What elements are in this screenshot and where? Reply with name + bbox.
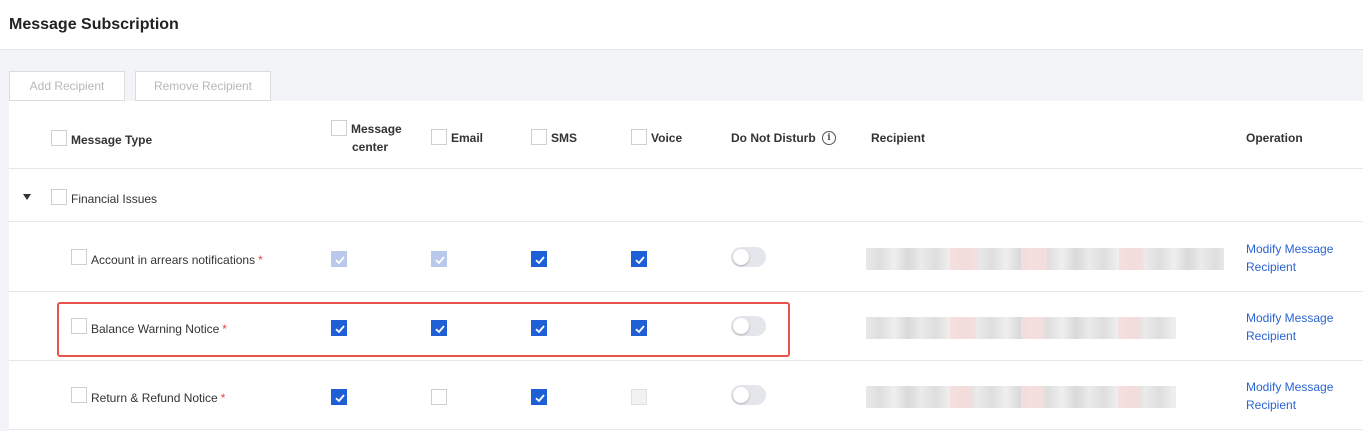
sms-all-checkbox[interactable] [531, 129, 547, 145]
row-divider [9, 291, 1363, 292]
email-checkbox[interactable] [431, 251, 447, 267]
checkmark-icon [635, 256, 645, 265]
row-divider [9, 221, 1363, 222]
modify-message-recipient-link[interactable]: Modify Message Recipient [1246, 378, 1346, 414]
email-checkbox[interactable] [431, 389, 447, 405]
checkmark-icon [435, 256, 445, 265]
select-all-checkbox[interactable] [51, 130, 67, 146]
page-title: Message Subscription [9, 16, 179, 33]
column-header-message-type: Message Type [71, 133, 153, 147]
column-header-message-center: Message [351, 122, 402, 136]
row-divider [9, 360, 1363, 361]
message-type-label: Return & Refund Notice * [91, 391, 226, 405]
do-not-disturb-toggle[interactable] [731, 247, 766, 267]
header-divider [9, 168, 1363, 169]
voice-all-checkbox[interactable] [631, 129, 647, 145]
group-label: Financial Issues [71, 192, 158, 206]
top-bar: Message Subscription [0, 0, 1363, 50]
do-not-disturb-toggle[interactable] [731, 385, 766, 405]
highlight-box [57, 302, 790, 357]
column-header-sms: SMS [551, 131, 578, 145]
message-type-label: Account in arrears notifications * [91, 253, 263, 267]
message-center-checkbox[interactable] [331, 251, 347, 267]
add-recipient-button[interactable]: Add Recipient [9, 71, 125, 101]
column-header-message-center-line2: center [352, 140, 389, 154]
recipient-list-redacted [866, 386, 1176, 408]
group-checkbox[interactable] [51, 189, 67, 205]
voice-checkbox[interactable] [631, 251, 647, 267]
info-icon[interactable]: i [822, 131, 836, 145]
recipient-list-redacted [866, 317, 1176, 339]
column-header-email: Email [451, 131, 484, 145]
modify-message-recipient-link[interactable]: Modify Message Recipient [1246, 240, 1346, 276]
column-header-do-not-disturb: Do Not Disturb [731, 131, 816, 145]
voice-checkbox [631, 389, 647, 405]
row-divider [9, 429, 1363, 430]
checkmark-icon [535, 394, 545, 403]
recipient-list-redacted [866, 248, 1224, 270]
checkmark-icon [335, 256, 345, 265]
caret-down-icon[interactable] [23, 194, 31, 200]
message-center-all-checkbox[interactable] [331, 120, 347, 136]
sms-checkbox[interactable] [531, 389, 547, 405]
message-center-checkbox[interactable] [331, 389, 347, 405]
checkmark-icon [535, 256, 545, 265]
row-checkbox[interactable] [71, 249, 87, 265]
remove-recipient-button[interactable]: Remove Recipient [135, 71, 271, 101]
column-header-recipient: Recipient [871, 131, 926, 145]
sms-checkbox[interactable] [531, 251, 547, 267]
row-checkbox[interactable] [71, 387, 87, 403]
column-header-operation: Operation [1246, 131, 1303, 145]
column-header-voice: Voice [651, 131, 683, 145]
email-all-checkbox[interactable] [431, 129, 447, 145]
checkmark-icon [335, 394, 345, 403]
modify-message-recipient-link[interactable]: Modify Message Recipient [1246, 309, 1346, 345]
